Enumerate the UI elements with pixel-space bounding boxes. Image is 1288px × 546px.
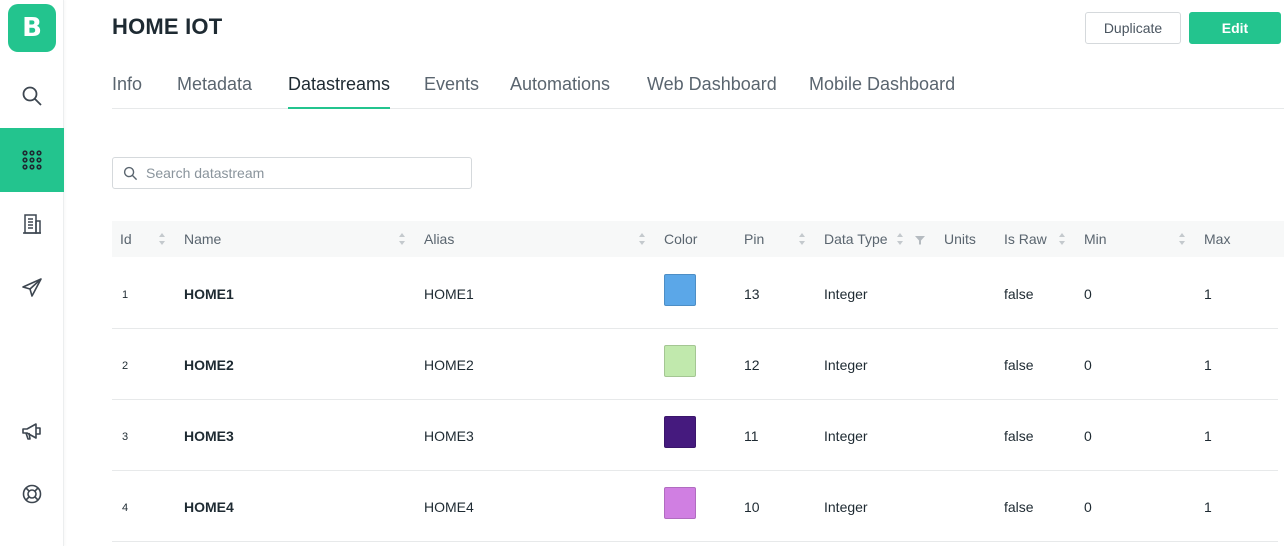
cell-alias: HOME3 — [424, 428, 474, 444]
cell-min: 0 — [1084, 286, 1092, 302]
sort-name-icon[interactable] — [398, 232, 406, 246]
sidebar-item-announcements[interactable] — [0, 399, 64, 463]
cell-min: 0 — [1084, 428, 1092, 444]
cell-max: 1 — [1204, 286, 1212, 302]
tab-info[interactable]: Info — [112, 74, 142, 109]
page-title: HOME IOT — [112, 14, 223, 39]
cell-max: 1 — [1204, 357, 1212, 373]
color-swatch — [664, 416, 696, 448]
cell-is-raw: false — [1004, 499, 1034, 515]
color-swatch — [664, 487, 696, 519]
cell-name[interactable]: HOME3 — [184, 428, 234, 444]
column-header-min: Min — [1084, 231, 1107, 247]
cell-name[interactable]: HOME2 — [184, 357, 234, 373]
sidebar-item-messages[interactable] — [0, 256, 64, 320]
tab-automations[interactable]: Automations — [510, 74, 610, 109]
cell-alias: HOME1 — [424, 286, 474, 302]
sort-alias-icon[interactable] — [638, 232, 646, 246]
column-header-color: Color — [664, 231, 698, 247]
cell-id: 1 — [122, 289, 129, 301]
sidebar-item-help[interactable] — [0, 462, 64, 526]
sort-data-type-icon[interactable] — [896, 232, 904, 246]
cell-pin: 13 — [744, 286, 760, 302]
send-icon — [22, 278, 42, 297]
color-swatch — [664, 274, 696, 306]
column-header-data-type: Data Type — [824, 231, 888, 247]
cell-min: 0 — [1084, 357, 1092, 373]
cell-data-type: Integer — [824, 499, 868, 515]
duplicate-button[interactable]: Duplicate — [1085, 12, 1181, 44]
column-header-alias: Alias — [424, 231, 455, 247]
table-row[interactable]: 2 HOME2 HOME2 12 Integer false 0 1 — [112, 329, 1278, 400]
cell-pin: 10 — [744, 499, 760, 515]
cell-min: 0 — [1084, 499, 1092, 515]
grid-icon — [22, 150, 42, 170]
table-row[interactable]: 4 HOME4 HOME4 10 Integer false 0 1 — [112, 471, 1278, 542]
cell-data-type: Integer — [824, 286, 868, 302]
cell-name[interactable]: HOME4 — [184, 499, 234, 515]
cell-is-raw: false — [1004, 286, 1034, 302]
cell-id: 3 — [122, 431, 129, 443]
cell-max: 1 — [1204, 499, 1212, 515]
column-header-pin: Pin — [744, 231, 765, 247]
table-header: Id Name Alias Color Pin Data Type Units … — [112, 221, 1284, 257]
search-input[interactable] — [146, 165, 446, 181]
search-icon — [123, 166, 138, 180]
color-swatch — [664, 345, 696, 377]
sort-is-raw-icon[interactable] — [1058, 232, 1066, 246]
cell-id: 2 — [122, 360, 129, 372]
table-row[interactable]: 1 HOME1 HOME1 13 Integer false 0 1 — [112, 258, 1278, 329]
blynk-logo[interactable]: B — [8, 4, 56, 52]
cell-max: 1 — [1204, 428, 1212, 444]
search-box[interactable] — [112, 157, 472, 189]
tab-events[interactable]: Events — [424, 74, 479, 109]
cell-alias: HOME2 — [424, 357, 474, 373]
cell-pin: 11 — [744, 428, 759, 444]
cell-id: 4 — [122, 502, 129, 514]
search-icon — [22, 86, 42, 106]
cell-alias: HOME4 — [424, 499, 474, 515]
sort-min-icon[interactable] — [1178, 232, 1186, 246]
cell-name[interactable]: HOME1 — [184, 286, 234, 302]
column-header-name: Name — [184, 231, 222, 247]
cell-data-type: Integer — [824, 357, 868, 373]
lifebuoy-icon — [22, 484, 42, 504]
column-header-id: Id — [120, 231, 132, 247]
edit-button[interactable]: Edit — [1189, 12, 1281, 44]
table-row[interactable]: 3 HOME3 HOME3 11 Integer false 0 1 — [112, 400, 1278, 471]
cell-data-type: Integer — [824, 428, 868, 444]
column-header-is-raw: Is Raw — [1004, 231, 1047, 247]
sidebar-item-templates[interactable] — [0, 128, 64, 192]
building-icon — [23, 214, 41, 234]
tab-web-dashboard[interactable]: Web Dashboard — [647, 74, 777, 109]
sidebar-item-organizations[interactable] — [0, 192, 64, 256]
cell-is-raw: false — [1004, 428, 1034, 444]
tab-datastreams[interactable]: Datastreams — [288, 74, 391, 109]
sidebar: B — [0, 0, 64, 546]
tab-mobile-dashboard[interactable]: Mobile Dashboard — [809, 74, 955, 109]
sort-id-icon[interactable] — [158, 232, 166, 246]
column-header-max: Max — [1204, 231, 1231, 247]
cell-pin: 12 — [744, 357, 760, 373]
tab-metadata[interactable]: Metadata — [177, 74, 252, 109]
cell-is-raw: false — [1004, 357, 1034, 373]
sort-pin-icon[interactable] — [798, 232, 806, 246]
tab-bar: Info Metadata Datastreams Events Automat… — [112, 64, 1284, 109]
column-header-units: Units — [944, 231, 976, 247]
filter-data-type-icon[interactable] — [914, 233, 926, 245]
sidebar-item-search[interactable] — [0, 64, 64, 128]
megaphone-icon — [22, 423, 41, 440]
